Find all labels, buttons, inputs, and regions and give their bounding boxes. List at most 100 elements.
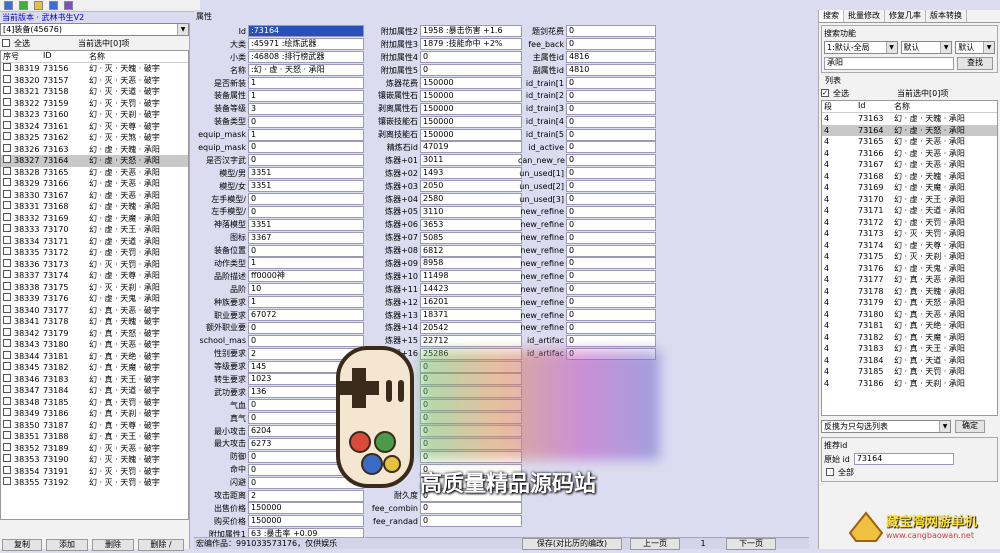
attribute-value-field[interactable]: 3351 bbox=[248, 218, 364, 231]
delete-more-button[interactable]: 删除 / bbox=[138, 539, 184, 551]
attribute-value-field[interactable]: 0 bbox=[248, 115, 364, 128]
row-checkbox[interactable] bbox=[3, 212, 11, 221]
attribute-value-field[interactable]: 0 bbox=[566, 180, 656, 193]
refresh-icon[interactable] bbox=[49, 1, 58, 10]
attribute-value-field[interactable]: 0 bbox=[566, 89, 656, 102]
row-checkbox[interactable] bbox=[3, 270, 11, 279]
tab-version-convert[interactable]: 版本转换 bbox=[926, 10, 967, 22]
attribute-value-field[interactable]: 0 bbox=[566, 283, 656, 296]
category-select[interactable]: [4]装备(45676) ▼ bbox=[0, 23, 189, 36]
next-page-button[interactable]: 下一页 bbox=[726, 537, 776, 550]
attribute-value-field[interactable]: 1958 :暴击伤害 +1.6 bbox=[420, 25, 522, 38]
list-item[interactable]: 38352 73189 幻 · 灭 · 天恶 · 破宇 bbox=[1, 442, 188, 455]
list-item[interactable]: 38323 73160 幻 · 灭 · 天刹 · 破宇 bbox=[1, 109, 188, 121]
list-item[interactable]: 4 73163 幻 · 虚 · 天魄 · 承阳 bbox=[822, 113, 997, 125]
chevron-down-icon[interactable]: ▼ bbox=[940, 42, 952, 53]
list-item[interactable]: 38345 73182 幻 · 真 · 天魔 · 破宇 bbox=[1, 362, 188, 374]
row-checkbox[interactable] bbox=[3, 339, 11, 348]
attribute-value-field[interactable]: 0 bbox=[566, 205, 656, 218]
list-item[interactable]: 38354 73191 幻 · 灭 · 天罚 · 破宇 bbox=[1, 465, 188, 478]
chevron-down-icon[interactable]: ▼ bbox=[177, 24, 188, 35]
attribute-value-field[interactable]: ff0000神 bbox=[248, 270, 364, 283]
list-item[interactable]: 38337 73174 幻 · 虚 · 天尊 · 承阳 bbox=[1, 270, 188, 282]
row-checkbox[interactable] bbox=[3, 385, 11, 394]
list-item[interactable]: 38343 73180 幻 · 真 · 天恶 · 破宇 bbox=[1, 339, 188, 351]
attribute-value-field[interactable]: 150000 bbox=[420, 102, 522, 115]
list-item[interactable]: 4 73180 幻 · 真 · 天恶 · 承阳 bbox=[822, 309, 997, 321]
save-compare-button[interactable]: 保存(对比历的编改) bbox=[522, 537, 622, 550]
attribute-value-field[interactable]: 1 bbox=[248, 89, 364, 102]
select-all-checkbox[interactable] bbox=[2, 39, 10, 47]
list-item[interactable]: 38320 73157 幻 · 灭 · 天恶 · 破宇 bbox=[1, 74, 188, 87]
tab-fix-rate[interactable]: 修复几率 bbox=[885, 10, 926, 22]
attribute-value-field[interactable]: 2580 bbox=[420, 193, 522, 206]
help-icon[interactable] bbox=[64, 1, 73, 10]
attribute-value-field[interactable]: 0 bbox=[566, 193, 656, 206]
row-checkbox[interactable] bbox=[3, 373, 11, 382]
search-button[interactable]: 查找 bbox=[957, 57, 993, 70]
row-checkbox[interactable] bbox=[3, 465, 11, 474]
list-item[interactable]: 38341 73178 幻 · 真 · 天魄 · 破宇 bbox=[1, 316, 188, 328]
attribute-value-field[interactable]: 0 bbox=[420, 502, 522, 515]
action-select[interactable]: 反携为只勾选列表 ▼ bbox=[821, 420, 951, 433]
row-checkbox[interactable] bbox=[3, 454, 11, 463]
list-item[interactable]: 38346 73183 幻 · 真 · 天王 · 破宇 bbox=[1, 373, 188, 386]
col-id-header[interactable]: Id bbox=[858, 101, 894, 112]
row-checkbox[interactable] bbox=[3, 304, 11, 313]
attribute-value-field[interactable]: 0 bbox=[566, 296, 656, 309]
attribute-value-field[interactable]: 11498 bbox=[420, 270, 522, 283]
list-item[interactable]: 38347 73184 幻 · 真 · 天道 · 破宇 bbox=[1, 385, 188, 397]
delete-button[interactable]: 删除 bbox=[92, 539, 134, 551]
list-item[interactable]: 4 73166 幻 · 虚 · 天恶 · 承阳 bbox=[822, 148, 997, 160]
attribute-value-field[interactable]: 2050 bbox=[420, 180, 522, 193]
export-icon[interactable] bbox=[19, 1, 28, 10]
list-item[interactable]: 4 73174 幻 · 虚 · 天尊 · 承阳 bbox=[822, 240, 997, 252]
attribute-value-field[interactable]: 10 bbox=[248, 283, 364, 296]
attribute-value-field[interactable]: 14423 bbox=[420, 283, 522, 296]
attribute-value-field[interactable]: :幻 · 虚 · 天怒 · 承阳 bbox=[248, 64, 364, 77]
attribute-value-field[interactable]: 0 bbox=[420, 51, 522, 64]
attribute-value-field[interactable]: 0 bbox=[420, 515, 522, 528]
list-item[interactable]: 38324 73161 幻 · 灭 · 天尊 · 破宇 bbox=[1, 120, 188, 133]
list-item[interactable]: 38355 73192 幻 · 灭 · 天罚 · 破宇 bbox=[1, 477, 188, 489]
list-item[interactable]: 38321 73158 幻 · 灭 · 天道 · 破宇 bbox=[1, 86, 188, 98]
list-item[interactable]: 38342 73179 幻 · 真 · 天怒 · 破宇 bbox=[1, 327, 188, 340]
attribute-value-field[interactable]: 0 bbox=[566, 141, 656, 154]
row-checkbox[interactable] bbox=[3, 235, 11, 244]
attribute-value-field[interactable]: 0 bbox=[566, 25, 656, 38]
list-item[interactable]: 38330 73167 幻 · 虚 · 天恶 · 承阳 bbox=[1, 189, 188, 202]
list-item[interactable]: 4 73167 幻 · 虚 · 天恶 · 承阳 bbox=[822, 159, 997, 171]
col-name-header[interactable]: 名称 bbox=[894, 101, 994, 112]
search-mode-select[interactable]: 1:默认-全局 ▼ bbox=[824, 41, 898, 54]
row-checkbox[interactable] bbox=[3, 258, 11, 267]
attribute-value-field[interactable]: 0 bbox=[566, 257, 656, 270]
attribute-value-field[interactable]: 3011 bbox=[420, 154, 522, 167]
tab-batch-edit[interactable]: 批量修改 bbox=[844, 10, 885, 22]
attribute-value-field[interactable]: 1 bbox=[248, 257, 364, 270]
list-item[interactable]: 38344 73181 幻 · 真 · 天绝 · 破宇 bbox=[1, 350, 188, 363]
row-checkbox[interactable] bbox=[3, 362, 11, 371]
list-item[interactable]: 4 73185 幻 · 真 · 天罚 · 承阳 bbox=[822, 366, 997, 378]
row-checkbox[interactable] bbox=[3, 247, 11, 256]
attribute-value-field[interactable]: 3367 bbox=[248, 231, 364, 244]
attribute-value-field[interactable]: 18371 bbox=[420, 309, 522, 322]
attribute-value-field[interactable]: 47019 bbox=[420, 141, 522, 154]
list-item[interactable]: 38351 73188 幻 · 真 · 天王 · 破宇 bbox=[1, 431, 188, 443]
attribute-value-field[interactable]: 150000 bbox=[248, 502, 364, 515]
row-checkbox[interactable] bbox=[3, 350, 11, 359]
attribute-value-field[interactable]: 150000 bbox=[420, 77, 522, 89]
attribute-value-field[interactable]: 0 bbox=[420, 64, 522, 77]
attribute-value-field[interactable]: 3351 bbox=[248, 167, 364, 180]
list-item[interactable]: 38349 73186 幻 · 真 · 天刹 · 破宇 bbox=[1, 408, 188, 420]
attribute-value-field[interactable]: 0 bbox=[566, 102, 656, 115]
right-select-all-checkbox[interactable]: ✓ bbox=[821, 89, 829, 97]
list-item[interactable]: 4 73168 幻 · 虚 · 天魄 · 承阳 bbox=[822, 171, 997, 183]
list-item[interactable]: 38332 73169 幻 · 虚 · 天魔 · 承阳 bbox=[1, 212, 188, 225]
list-item[interactable]: 38326 73163 幻 · 虚 · 天魄 · 承阳 bbox=[1, 143, 188, 156]
attribute-value-field[interactable]: 1 bbox=[248, 77, 364, 89]
row-checkbox[interactable] bbox=[3, 178, 11, 187]
list-item[interactable]: 38319 73156 幻 · 灭 · 天魄 · 破宇 bbox=[1, 63, 188, 75]
list-item[interactable]: 38336 73173 幻 · 灭 · 天罚 · 承阳 bbox=[1, 258, 188, 271]
row-checkbox[interactable] bbox=[3, 143, 11, 152]
row-checkbox[interactable] bbox=[3, 86, 11, 95]
